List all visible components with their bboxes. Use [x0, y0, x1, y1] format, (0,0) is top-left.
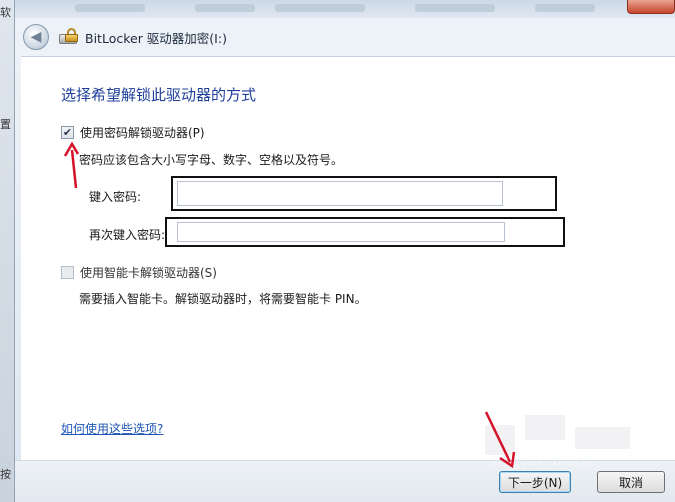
background-text-fragment: 软 [0, 6, 11, 19]
smartcard-option-label[interactable]: 使用智能卡解锁驱动器(S) [80, 264, 217, 281]
password-checkbox[interactable]: ✔ [61, 126, 74, 139]
enter-password-input[interactable] [177, 181, 503, 206]
background-text-fragment: 按 [0, 468, 11, 481]
back-button[interactable]: ◀ [23, 24, 49, 50]
window-close-button[interactable] [627, 0, 675, 14]
reenter-password-input[interactable] [177, 222, 505, 242]
smartcard-checkbox[interactable] [61, 266, 74, 279]
smartcard-option-row[interactable]: 使用智能卡解锁驱动器(S) [61, 264, 217, 281]
watermark: jingyan.baidu [485, 415, 650, 475]
background-window-titlebar [15, 0, 675, 18]
bitlocker-icon [59, 28, 79, 46]
enter-password-box [171, 176, 557, 211]
window-title: BitLocker 驱动器加密(I:) [85, 30, 227, 46]
dialog-content: 选择希望解锁此驱动器的方式 ✔ 使用密码解锁驱动器(P) 密码应该包含大小写字母… [21, 56, 675, 460]
enter-password-label: 键入密码: [89, 190, 142, 204]
password-option-row[interactable]: ✔ 使用密码解锁驱动器(P) [61, 124, 205, 141]
watermark-text: jingyan.baidu [493, 455, 595, 470]
help-link[interactable]: 如何使用这些选项? [61, 420, 163, 437]
background-text-fragment: 置 [0, 118, 11, 131]
password-hint: 密码应该包含大小写字母、数字、空格以及符号。 [79, 153, 344, 167]
reenter-password-box [165, 217, 565, 247]
password-option-label[interactable]: 使用密码解锁驱动器(P) [80, 124, 205, 141]
bitlocker-dialog: ◀ BitLocker 驱动器加密(I:) 选择希望解锁此驱动器的方式 ✔ 使用… [14, 0, 675, 502]
reenter-password-label: 再次键入密码: [89, 228, 166, 242]
page-heading: 选择希望解锁此驱动器的方式 [61, 86, 257, 104]
smartcard-hint: 需要插入智能卡。解锁驱动器时，将需要智能卡 PIN。 [79, 292, 367, 306]
back-arrow-icon: ◀ [30, 29, 42, 45]
title-bar: ◀ BitLocker 驱动器加密(I:) [15, 20, 675, 54]
